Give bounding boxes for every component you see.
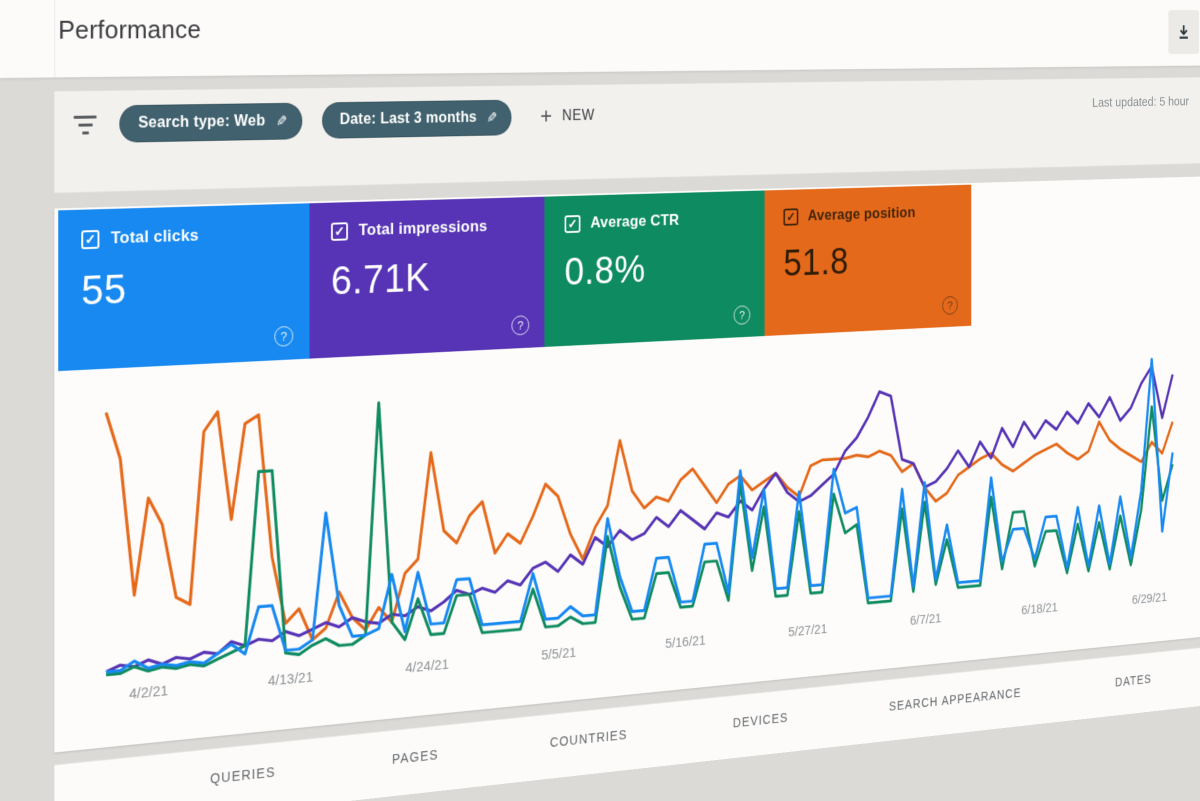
search-type-chip[interactable]: Search type: Web ✎ [119,102,303,143]
page-title: Performance [58,14,201,45]
tab-pages[interactable]: PAGES [392,747,438,767]
tab-queries[interactable]: QUERIES [210,764,275,786]
total-clicks-card[interactable]: ✓ Total clicks 55 ? [58,203,310,372]
card-label: Average position [807,203,916,225]
date-range-chip-label: Date: Last 3 months [339,109,477,128]
download-button[interactable] [1168,10,1199,55]
line-chart-svg [54,328,1200,715]
header: Performance [0,0,1200,78]
header-divider [54,0,56,78]
search-type-chip-label: Search type: Web [138,112,266,132]
tab-dates[interactable]: DATES [1115,672,1151,689]
checked-checkbox-icon[interactable]: ✓ [81,229,100,249]
help-icon[interactable]: ? [942,295,958,315]
average-ctr-card[interactable]: ✓ Average CTR 0.8% ? [544,190,765,347]
average-position-value: 51.8 [783,239,849,285]
date-range-chip[interactable]: Date: Last 3 months ✎ [321,99,512,139]
last-updated-text: Last updated: 5 hour [1092,94,1190,111]
search-console-performance-page: Performance Search type: Web ✎ Date: Las… [0,0,1200,801]
edit-pencil-icon: ✎ [276,113,288,131]
tab-countries[interactable]: COUNTRIES [550,727,628,750]
new-filter-label: NEW [562,107,595,124]
help-icon[interactable]: ? [274,325,294,347]
series-line [106,353,1173,658]
metric-cards: ✓ Total clicks 55 ? ✓ Total impressions … [58,184,972,372]
card-head: ✓ Average CTR [564,208,765,233]
card-head: ✓ Average position [783,202,971,226]
checked-checkbox-icon[interactable]: ✓ [331,221,348,241]
average-ctr-value: 0.8% [564,246,646,294]
help-icon[interactable]: ? [511,315,530,336]
filter-bar: Search type: Web ✎ Date: Last 3 months ✎… [54,77,1200,194]
series-line [106,358,1173,675]
edit-pencil-icon: ✎ [487,110,498,127]
x-axis-tick-label: 5/5/21 [541,644,577,664]
help-icon[interactable]: ? [733,305,751,325]
checked-checkbox-icon[interactable]: ✓ [564,214,581,233]
average-position-card[interactable]: ✓ Average position 51.8 ? [764,184,972,337]
total-impressions-value: 6.71K [331,254,431,304]
card-head: ✓ Total clicks [81,222,309,249]
screen: Performance Search type: Web ✎ Date: Las… [0,0,1200,801]
card-label: Total impressions [358,216,488,240]
checked-checkbox-icon[interactable]: ✓ [783,207,799,226]
plus-icon: + [540,103,553,130]
card-label: Total clicks [110,225,199,248]
tab-devices[interactable]: DEVICES [733,710,788,730]
filter-icon[interactable] [72,115,99,135]
new-filter-button[interactable]: + NEW [540,103,595,130]
total-clicks-value: 55 [81,265,127,314]
x-axis-tick-label: 6/7/21 [909,610,942,629]
card-label: Average CTR [590,211,680,232]
card-head: ✓ Total impressions [331,215,544,241]
download-icon [1177,24,1191,39]
total-impressions-card[interactable]: ✓ Total impressions 6.71K ? [309,196,545,359]
filter-row: Search type: Web ✎ Date: Last 3 months ✎… [54,99,595,144]
tab-search-appearance[interactable]: SEARCH APPEARANCE [889,685,1021,713]
